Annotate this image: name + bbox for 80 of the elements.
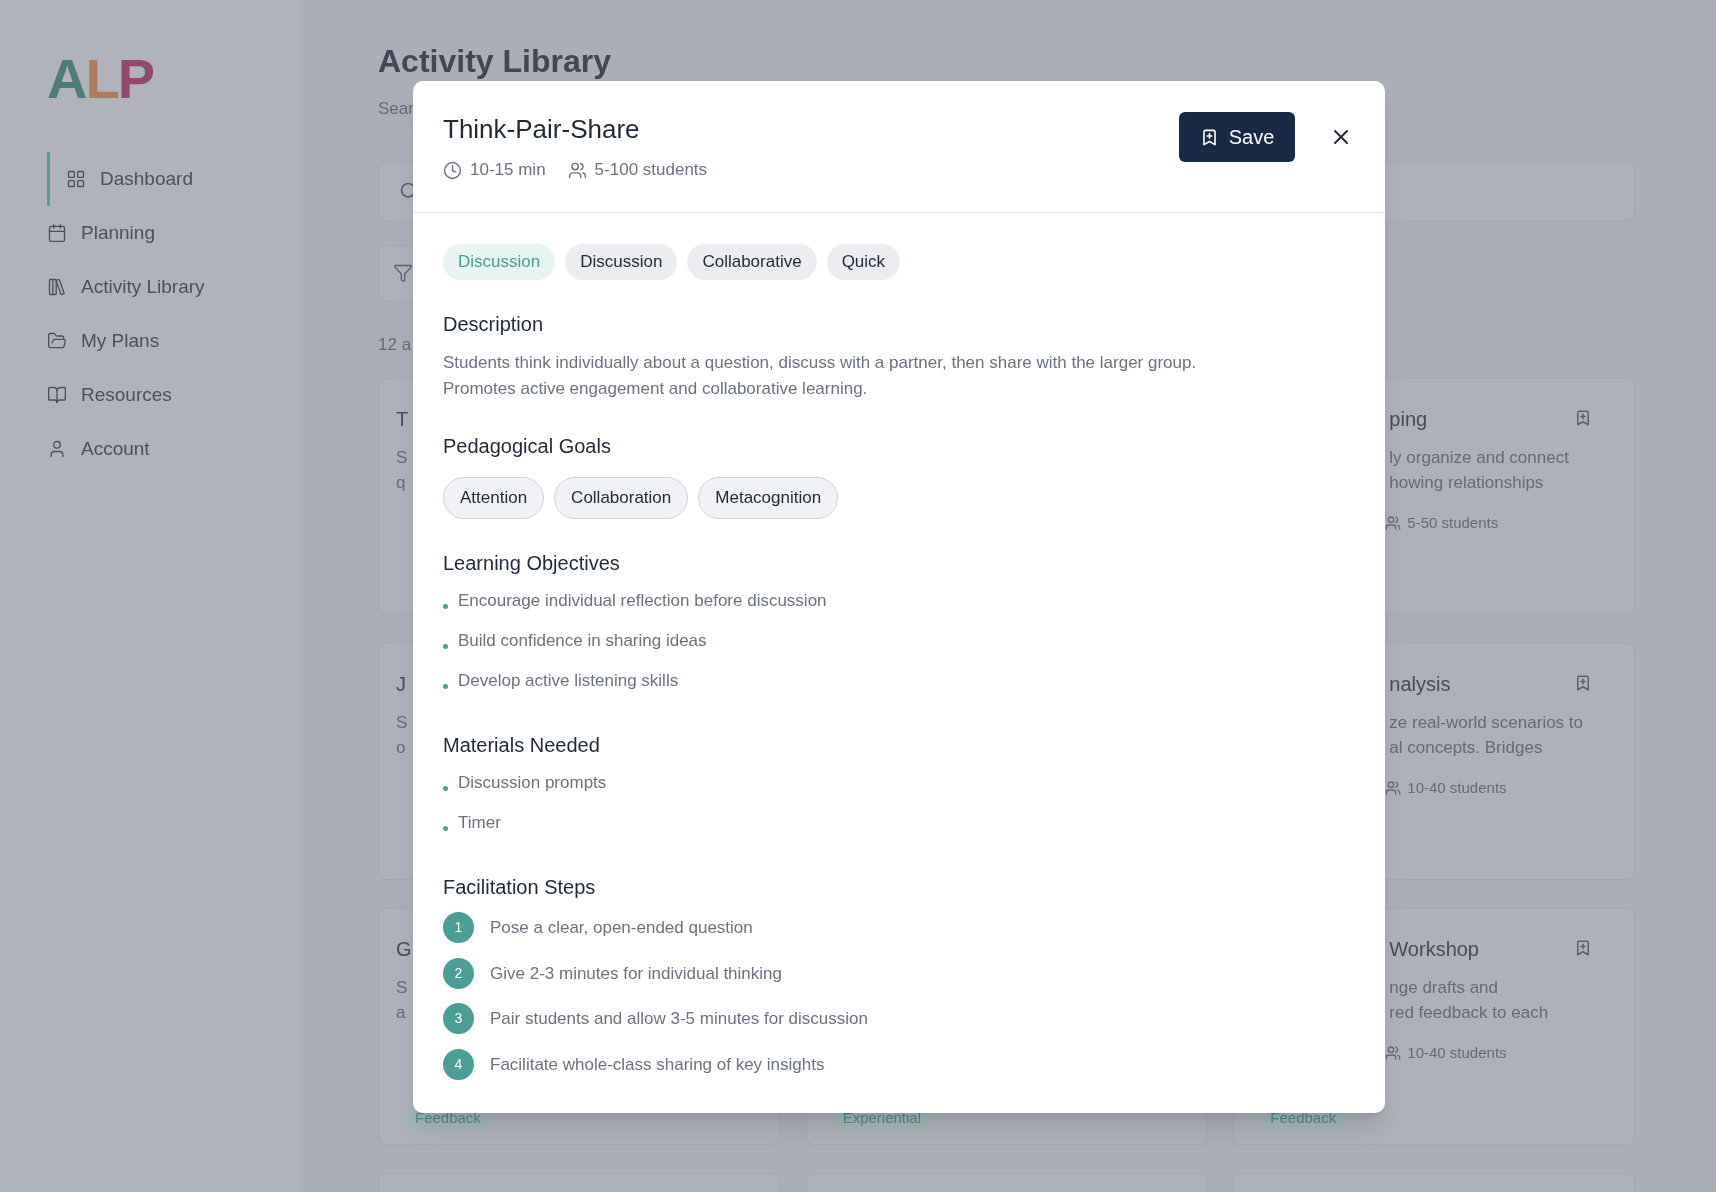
- card-text-line: S: [396, 447, 408, 469]
- step-number: 3: [443, 1003, 474, 1035]
- nav-item[interactable]: My Plans: [47, 314, 303, 368]
- card-text-line: S: [396, 712, 408, 734]
- card-title: ping: [1389, 407, 1428, 431]
- student-count: 10-40 students: [1407, 1043, 1507, 1063]
- duration: 10-15 min: [470, 159, 546, 181]
- student-count: 5-50 students: [1407, 513, 1499, 533]
- folder-icon: [47, 331, 67, 351]
- users-icon: [1385, 515, 1402, 532]
- bookmark-plus-icon[interactable]: [1574, 939, 1592, 957]
- bullet-icon: [443, 643, 448, 649]
- filter-icon: [393, 263, 413, 283]
- users-icon: [1385, 780, 1402, 797]
- list-item: Timer: [458, 812, 501, 835]
- list-item: Build confidence in sharing ideas: [458, 630, 707, 653]
- card-text-line: red feedback to each: [1389, 1002, 1549, 1024]
- card-title: J: [396, 672, 406, 696]
- card-text-line: S: [396, 977, 408, 999]
- dialog-title: Think-Pair-Share: [443, 113, 640, 145]
- step-text: Give 2-3 minutes for individual thinking: [490, 962, 782, 985]
- goal-tag: Metacognition: [698, 477, 839, 519]
- card-text-line: nge drafts and: [1389, 977, 1499, 999]
- grid-icon: [66, 169, 86, 189]
- card-title: nalysis: [1389, 672, 1451, 696]
- card-title: Workshop: [1389, 937, 1479, 961]
- card-text-line: al concepts. Bridges: [1389, 737, 1543, 759]
- list-item: Discussion prompts: [458, 772, 607, 795]
- step-number: 1: [443, 912, 474, 944]
- book-icon: [47, 385, 67, 405]
- tag: Discussion: [565, 244, 678, 280]
- users-icon: [567, 160, 587, 180]
- bullet-icon: [443, 785, 448, 791]
- logo[interactable]: ALP: [47, 50, 154, 108]
- nav-item[interactable]: Planning: [47, 206, 303, 260]
- bullet-icon: [443, 603, 448, 609]
- clock-icon: [443, 160, 462, 180]
- step-text: Pair students and allow 3-5 minutes for discussion: [490, 1008, 868, 1030]
- student-count: 5-100 students: [594, 159, 708, 181]
- tag: Quick: [826, 244, 901, 280]
- tag: Collaborative: [687, 244, 817, 280]
- page-title: Activity Library: [378, 42, 611, 80]
- section-heading: Learning Objectives: [443, 551, 620, 576]
- list-item: Encourage individual reflection before discussion: [458, 590, 827, 613]
- goal-tag: Attention: [443, 477, 545, 519]
- list-item: Develop active listening skills: [458, 670, 679, 693]
- description-text: Students think individually about a question, discuss with a partner, then share with the larger group. Promotes active engagement and collaborative learning.: [443, 352, 1197, 400]
- category-tag: Discussion: [443, 244, 556, 280]
- section-heading: Facilitation Steps: [443, 875, 596, 900]
- bookmark-plus-icon[interactable]: [1574, 409, 1592, 427]
- step-text: Facilitate whole-class sharing of key insights: [490, 1053, 825, 1076]
- card-text-line: o: [396, 737, 406, 759]
- nav-item[interactable]: Activity Library: [47, 260, 303, 314]
- section-heading: Description: [443, 312, 544, 337]
- card-text-line: ly organize and connect: [1389, 447, 1569, 469]
- bullet-icon: [443, 683, 448, 689]
- card-text-line: howing relationships: [1389, 472, 1544, 494]
- bullet-icon: [443, 825, 448, 831]
- page-subtitle: Sear: [378, 98, 414, 120]
- books-icon: [47, 277, 67, 297]
- goal-tag: Collaboration: [554, 477, 689, 519]
- card-title: G: [396, 937, 412, 961]
- card-text-line: q: [396, 472, 406, 494]
- card-text-line: ze real-world scenarios to: [1389, 712, 1584, 734]
- nav-item[interactable]: Resources: [47, 368, 303, 422]
- step-number: 2: [443, 957, 474, 989]
- section-heading: Materials Needed: [443, 733, 600, 758]
- step-number: 4: [443, 1048, 474, 1080]
- result-count: 12 a: [378, 334, 412, 356]
- bookmark-plus-icon[interactable]: [1574, 674, 1592, 692]
- card-text-line: a: [396, 1002, 406, 1024]
- calendar-icon: [47, 223, 67, 243]
- nav-item[interactable]: Dashboard: [47, 152, 303, 206]
- save-button[interactable]: Save: [1179, 112, 1295, 162]
- card-title: T: [396, 407, 409, 431]
- step-text: Pose a clear, open-ended question: [490, 917, 753, 939]
- student-count: 10-40 students: [1407, 778, 1507, 798]
- section-heading: Pedagogical Goals: [443, 434, 611, 459]
- users-icon: [1385, 1045, 1402, 1062]
- nav-item[interactable]: Account: [47, 422, 303, 476]
